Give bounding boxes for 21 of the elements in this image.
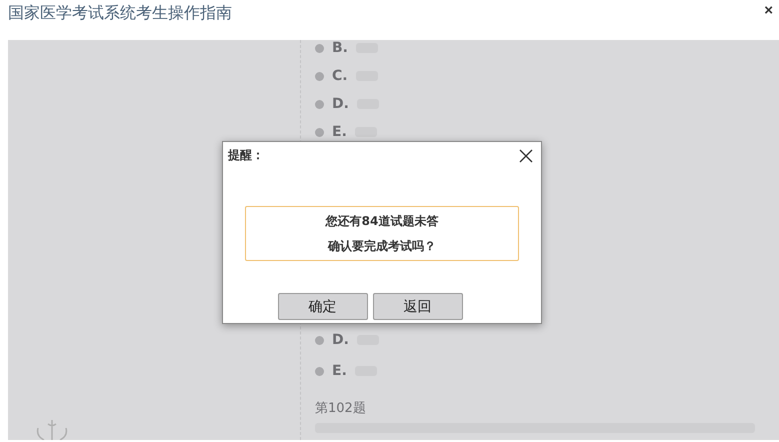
dialog-button[interactable]: 确定: [278, 293, 368, 320]
radio-icon: [315, 100, 324, 108]
option-letter: D.: [332, 332, 349, 348]
window-title: 国家医学考试系统考生操作指南: [8, 2, 232, 24]
option-letter: E.: [332, 124, 347, 140]
message-text: 您还有84道试题未答: [326, 212, 438, 230]
option-letter: B.: [332, 40, 348, 56]
dialog-title: 提醒：: [228, 147, 264, 164]
close-icon[interactable]: [519, 148, 533, 162]
message-text: 确认要完成考试吗？: [328, 238, 436, 254]
question-number: 第102题: [315, 400, 367, 417]
radio-icon: [315, 336, 324, 344]
radio-icon: [315, 366, 324, 376]
option-letter: E.: [332, 363, 347, 379]
close-button[interactable]: ×: [760, 2, 777, 18]
radio-icon: [315, 44, 324, 52]
option-letter: C.: [332, 68, 348, 84]
radio-icon: [315, 72, 324, 80]
dialog-button[interactable]: 返回: [372, 293, 462, 320]
option-letter: D.: [332, 96, 349, 112]
radio-icon: [315, 128, 324, 136]
